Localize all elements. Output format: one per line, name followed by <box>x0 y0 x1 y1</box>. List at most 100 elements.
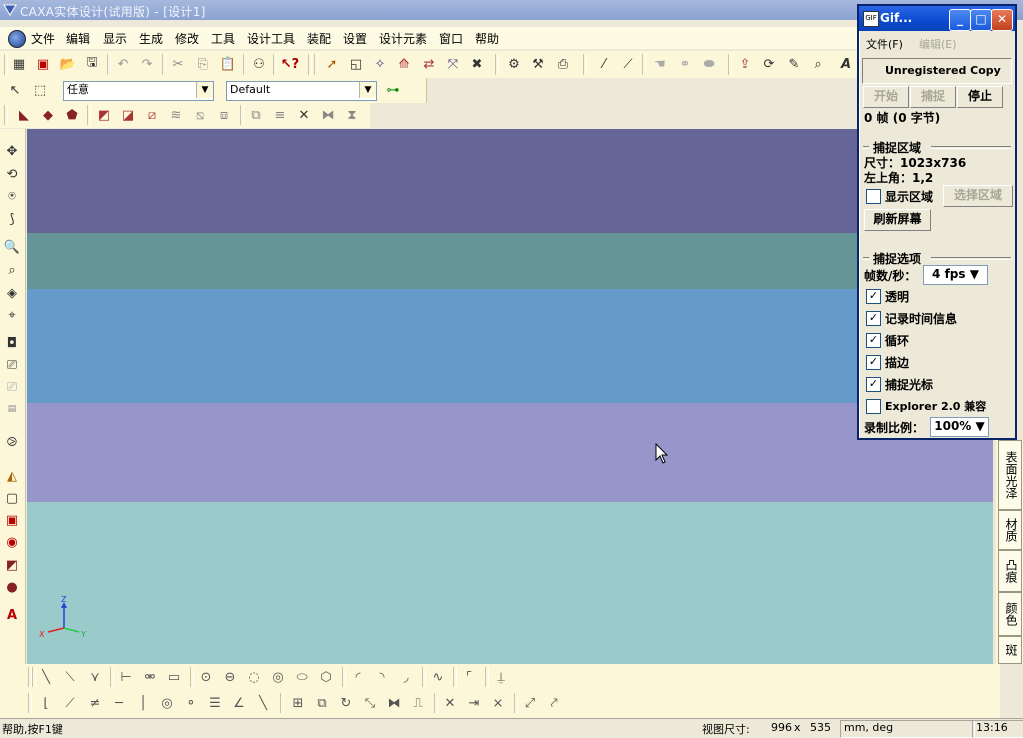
new-design-icon[interactable]: ▦ <box>9 54 29 74</box>
spline-icon[interactable]: ∿ <box>428 667 448 687</box>
paint-icon[interactable]: ⟋ <box>618 54 638 74</box>
tab-emboss[interactable]: 凸痕 <box>998 550 1022 592</box>
gif-menu-file[interactable]: 文件(F) <box>866 36 903 52</box>
pattern-icon[interactable]: ⧈ <box>214 105 234 125</box>
light-icon[interactable]: ✎ <box>784 54 804 74</box>
circle-3pt-icon[interactable]: ◌ <box>244 667 264 687</box>
cross-tool-icon[interactable]: ✕ <box>294 105 314 125</box>
rectangle-icon[interactable]: ▭ <box>164 667 184 687</box>
perspective-icon[interactable]: ⧁ <box>2 432 22 452</box>
orbit-icon[interactable]: ⟲ <box>2 164 22 184</box>
eyedropper-icon[interactable]: ⁄ <box>594 54 614 74</box>
circle-tangent-icon[interactable]: ◎ <box>268 667 288 687</box>
section-icon[interactable]: ≡ <box>270 105 290 125</box>
project-icon[interactable]: ⍊ <box>491 667 511 687</box>
line-icon[interactable]: ╲ <box>36 667 56 687</box>
lens-icon[interactable]: ▤ <box>2 399 22 419</box>
app-menu-icon[interactable] <box>8 30 26 48</box>
parallel-icon[interactable]: ≠ <box>85 693 105 713</box>
chevron-down-icon[interactable]: ▼ <box>196 82 213 98</box>
move-tool-icon[interactable]: ➚ <box>322 54 342 74</box>
transparent-checkbox[interactable]: ✓ <box>866 289 881 304</box>
camera-icon[interactable]: ⌕ <box>808 54 828 74</box>
slope-icon[interactable]: ╲ <box>253 693 273 713</box>
dim-icon[interactable]: ⤢ <box>520 693 540 713</box>
grid-icon[interactable]: ⊞ <box>288 693 308 713</box>
tab-pattern[interactable]: 斑 <box>998 636 1022 664</box>
copy-2d-icon[interactable]: ⧓ <box>384 693 404 713</box>
horizontal-icon[interactable]: ─ <box>109 693 129 713</box>
arc-3pt-icon[interactable]: ◝ <box>372 667 392 687</box>
mirror-icon[interactable]: ⧓ <box>318 105 338 125</box>
polygon-icon[interactable]: ⬡ <box>316 667 336 687</box>
scale-select[interactable]: 100% ▼ <box>930 417 989 437</box>
loop-checkbox[interactable]: ✓ <box>866 333 881 348</box>
shell-icon[interactable]: ⧄ <box>142 105 162 125</box>
select-box-icon[interactable]: ⬚ <box>30 80 50 100</box>
menu-file[interactable]: 文件 <box>31 30 55 47</box>
trim-2d-icon[interactable]: ✕ <box>440 693 460 713</box>
circle-center-icon[interactable]: ⊙ <box>196 667 216 687</box>
select-region-button[interactable]: 选择区域 <box>943 185 1013 207</box>
sphere-icon[interactable]: ● <box>2 577 22 597</box>
angle-icon[interactable]: ∠ <box>229 693 249 713</box>
redo-icon[interactable]: ↷ <box>137 54 157 74</box>
solid-block-icon[interactable]: ◣ <box>14 105 34 125</box>
tab-material[interactable]: 材质 <box>998 510 1022 550</box>
vertical-icon[interactable]: │ <box>133 693 153 713</box>
render-icon[interactable]: ⎙ <box>553 54 573 74</box>
design-canvas[interactable]: Z X Y <box>27 129 993 664</box>
extend-icon[interactable]: ⇥ <box>464 693 484 713</box>
display-mode-icon[interactable]: ◭ <box>2 466 22 486</box>
scale-2d-icon[interactable]: ⤡ <box>360 693 380 713</box>
angle-line-icon[interactable]: ⋎ <box>85 667 105 687</box>
tab-surface-finish[interactable]: 表面光泽 <box>998 440 1022 510</box>
zoom-icon[interactable]: 🔍 <box>2 237 22 257</box>
menu-window[interactable]: 窗口 <box>439 30 463 47</box>
menu-edit[interactable]: 编辑 <box>66 30 90 47</box>
delete-2d-icon[interactable]: ⨯ <box>488 693 508 713</box>
close-icon[interactable]: ✕ <box>991 9 1013 31</box>
zoom-window-icon[interactable]: ⌕ <box>2 260 22 280</box>
text-icon[interactable]: A <box>2 605 22 625</box>
filter-select[interactable]: 任意 ▼ <box>63 81 214 101</box>
spin-icon[interactable]: ⟳ <box>759 54 779 74</box>
chamfer-2d-icon[interactable]: ⟋ <box>60 693 80 713</box>
style-select[interactable]: Default ▼ <box>226 81 377 101</box>
concentric-icon[interactable]: ◎ <box>157 693 177 713</box>
polyline-icon[interactable]: ⊢ <box>116 667 136 687</box>
stamp-icon[interactable]: ⎍ <box>408 693 428 713</box>
solid-shell-icon[interactable]: ◆ <box>38 105 58 125</box>
extrude-icon[interactable]: ⟰ <box>394 54 414 74</box>
menu-design-elements[interactable]: 设计元素 <box>379 30 427 47</box>
border-checkbox[interactable]: ✓ <box>866 355 881 370</box>
look-at-icon[interactable]: ◈ <box>2 283 22 303</box>
dim-angle-icon[interactable]: ⤤ <box>544 693 564 713</box>
edges-icon[interactable]: ▣ <box>2 510 22 530</box>
fillet-icon[interactable]: ◩ <box>94 105 114 125</box>
align-icon[interactable]: ✧ <box>370 54 390 74</box>
trim-icon[interactable]: ✖ <box>467 54 487 74</box>
hierarchy-icon[interactable]: ⊶ <box>383 80 403 100</box>
view-point-icon[interactable]: ⌖ <box>2 305 22 325</box>
array-icon[interactable]: ⧗ <box>342 105 362 125</box>
chain-icon[interactable]: ⚮ <box>140 667 160 687</box>
camera-place-icon[interactable]: ◘ <box>2 333 22 353</box>
export-icon[interactable]: ⇪ <box>735 54 755 74</box>
shaded-icon[interactable]: ◉ <box>2 532 22 552</box>
dimension-icon[interactable]: ⇄ <box>419 54 439 74</box>
start-button[interactable]: 开始 <box>863 86 909 108</box>
pointer-grey-icon[interactable]: ☚ <box>650 54 670 74</box>
refresh-screen-button[interactable]: 刷新屏幕 <box>864 209 931 231</box>
design-tree-icon[interactable]: ⚇ <box>249 54 269 74</box>
fps-select[interactable]: 4 fps ▼ <box>923 265 988 285</box>
maximize-icon[interactable]: □ <box>970 9 992 31</box>
arc-tangent-icon[interactable]: ◞ <box>396 667 416 687</box>
catalog-browse-icon[interactable]: ⚒ <box>528 54 548 74</box>
shape-grey-icon[interactable]: ⬬ <box>699 54 719 74</box>
save-icon[interactable]: 🖫 <box>82 54 102 74</box>
ellipse-icon[interactable]: ⬭ <box>292 667 312 687</box>
tab-color[interactable]: 颜色 <box>998 592 1022 636</box>
gif-title-bar[interactable]: GIF Gif... _ □ ✕ <box>859 6 1015 31</box>
stop-button[interactable]: 停止 <box>957 86 1003 108</box>
